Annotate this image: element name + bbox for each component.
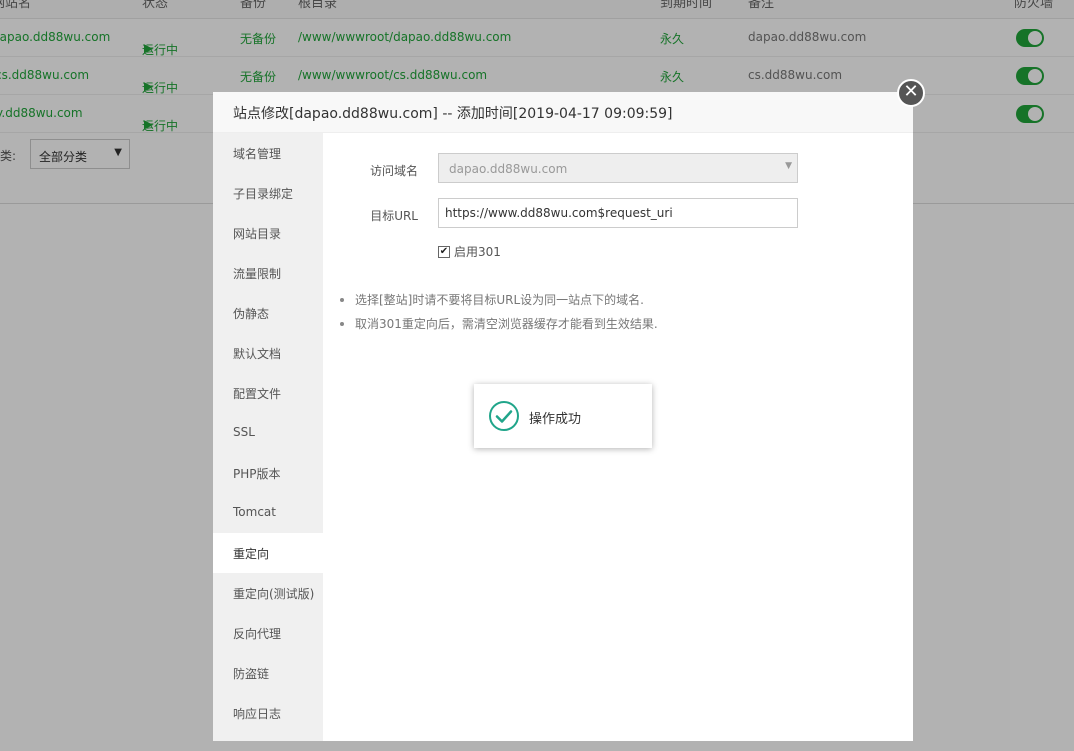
domain-select[interactable]: dapao.dd88wu.com ▼ <box>438 153 798 183</box>
domain-label: 访问域名 <box>369 164 418 178</box>
nav-item-redirect[interactable]: 重定向 <box>213 533 323 573</box>
modal-side-nav: 域名管理 子目录绑定 网站目录 流量限制 伪静态 默认文档 配置文件 SSL P… <box>213 133 323 741</box>
nav-item-proxy[interactable]: 反向代理 <box>213 613 323 653</box>
success-toast: 操作成功 <box>474 384 652 448</box>
help-notes: 选择[整站]时请不要将目标URL设为同一站点下的域名. 取消301重定向后，需清… <box>338 288 898 336</box>
domain-value: dapao.dd88wu.com <box>449 162 568 176</box>
nav-item-ssl[interactable]: SSL <box>213 413 323 453</box>
note-item: 取消301重定向后，需清空浏览器缓存才能看到生效结果. <box>338 312 898 336</box>
target-url-input[interactable] <box>438 198 798 228</box>
nav-item-redirect-beta[interactable]: 重定向(测试版) <box>213 573 323 613</box>
checkbox-checked-icon[interactable]: ✔ <box>438 245 450 258</box>
nav-item-default-doc[interactable]: 默认文档 <box>213 333 323 373</box>
enable-301-checkbox[interactable]: ✔ 启用301 <box>438 243 501 261</box>
nav-item-php[interactable]: PHP版本 <box>213 453 323 493</box>
nav-item-domain[interactable]: 域名管理 <box>213 133 323 173</box>
enable-301-label: 启用301 <box>454 245 501 259</box>
note-item: 选择[整站]时请不要将目标URL设为同一站点下的域名. <box>338 288 898 312</box>
nav-item-hotlink[interactable]: 防盗链 <box>213 653 323 693</box>
nav-item-site-dir[interactable]: 网站目录 <box>213 213 323 253</box>
nav-item-tomcat[interactable]: Tomcat <box>213 493 323 533</box>
nav-item-config[interactable]: 配置文件 <box>213 373 323 413</box>
toast-message: 操作成功 <box>529 412 582 427</box>
nav-item-rewrite[interactable]: 伪静态 <box>213 293 323 333</box>
nav-item-log[interactable]: 响应日志 <box>213 693 323 733</box>
url-label: 目标URL <box>370 209 418 223</box>
chevron-down-icon: ▼ <box>785 161 792 171</box>
nav-item-traffic[interactable]: 流量限制 <box>213 253 323 293</box>
close-icon[interactable]: ✕ <box>897 79 925 107</box>
success-check-icon <box>489 401 519 431</box>
nav-item-subdir[interactable]: 子目录绑定 <box>213 173 323 213</box>
modal-title: 站点修改[dapao.dd88wu.com] -- 添加时间[2019-04-1… <box>213 92 913 133</box>
